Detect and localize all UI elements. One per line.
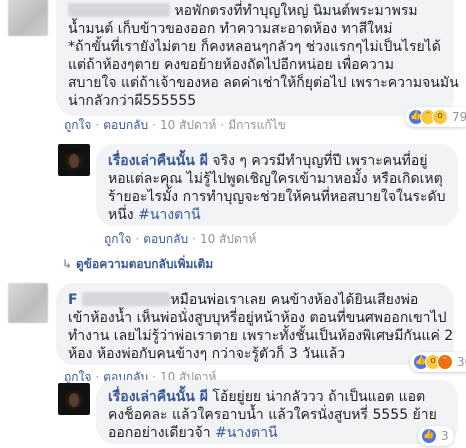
comment-text-line: เข้าห้องน้ำ เห็นพ่อนั่งสูบบุหรี่อยู่หน้า…	[68, 310, 447, 326]
comment-bubble: หอพักตรงที่ทำบุญใหญ่ นิมนต์พระมาพรม น้ำม…	[56, 0, 459, 116]
reply-text-line: เรื่องเล่าคืนนั้น ผี จริง ๆ ควรมีทำบุญที…	[108, 153, 428, 169]
avatar[interactable]	[8, 283, 48, 323]
view-more-replies-link[interactable]: ↳ ดูข้อความตอบกลับเพิ่มเติม	[62, 255, 213, 274]
reply-text-line: ร้ายอะไรมั้ง การทำบุญจะช่วยให้คนที่หอสบา…	[108, 189, 446, 205]
hashtag-link[interactable]: #นางตานี	[138, 207, 201, 223]
like-link[interactable]: ถูกใจ	[104, 232, 131, 246]
reaction-count: 79	[452, 110, 466, 124]
comment-text-line: *ถ้าขั้นที่เรายังไม่ตาย ก็คงหลอนๆกลัวๆ ช…	[68, 39, 441, 55]
like-link[interactable]: ถูกใจ	[64, 118, 91, 132]
like-icon: 👍	[421, 428, 437, 444]
comment-text-line: ห้อง ห้องพ่อกับคนข้างๆ กว่าจะรู้ตัวก็ 3 …	[68, 346, 346, 362]
wow-icon: o	[432, 109, 448, 125]
reply-text-line: เรื่องเล่าคืนนั้น ผี โอ้ยยู่ยย น่ากลัววว…	[108, 389, 426, 405]
comment-text-line: หอพักตรงที่ทำบุญใหญ่ นิมนต์พระมาพรม	[68, 2, 442, 20]
like-link[interactable]: ถูกใจ	[64, 370, 91, 384]
comment-text-line: แต่ถ้าห้องๆตาย คงขอย้ายห้องถัดไปอีกหน่อย…	[68, 57, 394, 73]
reply-bubble: เรื่องเล่าคืนนั้น ผี โอ้ยยู่ยย น่ากลัววว…	[96, 380, 458, 444]
timestamp[interactable]: 10 สัปดาห์	[200, 232, 256, 246]
reaction-summary[interactable]: 👍oᵔ 30	[410, 352, 466, 372]
comment-actions: ถูกใจ · ตอบกลับ · 10 สัปดาห์ · มีการแก้ไข	[64, 118, 286, 132]
reply-text-line: ออกอย่างเดียวจ้า #นางตานี	[108, 425, 278, 441]
comment-text-line: น่ากลัวกว่าผี555555	[68, 93, 197, 109]
reply-text-line: คงช็อคละ แล้วใครอาบน้ำ แล้วใครนั่งสูบหรี…	[108, 407, 437, 423]
comment-text-line: F หมือนพ่อเราเลย คนข้างห้องได้ยินเสียงพ่…	[68, 292, 419, 308]
page-avatar[interactable]	[58, 383, 90, 415]
reply-bubble: เรื่องเล่าคืนนั้น ผี จริง ๆ ควรมีทำบุญที…	[96, 144, 458, 226]
author-name[interactable]: เรื่องเล่าคืนนั้น ผี	[108, 389, 208, 405]
comment-bubble: F หมือนพ่อเราเลย คนข้างห้องได้ยินเสียงพ่…	[56, 283, 454, 365]
page-avatar[interactable]	[58, 144, 90, 176]
reaction-summary[interactable]: 👍 3	[418, 426, 454, 446]
edited-label[interactable]: มีการแก้ไข	[228, 118, 286, 132]
timestamp[interactable]: 10 สัปดาห์	[160, 118, 216, 132]
comment-text-line: สบายใจ แต่ถ้าเจ้าของหอ ลดค่าเช่าให้ก็ยุต…	[68, 75, 459, 91]
author-name[interactable]	[68, 3, 170, 17]
reaction-count: 3	[441, 429, 449, 443]
author-name[interactable]: F	[68, 292, 171, 308]
angry-icon: ᵔ	[437, 354, 453, 370]
comment-text-line: น้ำมนต์ เก็บข้าวของออก ทำความสะอาดห้อง ท…	[68, 21, 393, 37]
reply-arrow-icon: ↳	[62, 257, 73, 271]
reply-text-line: หนึ่ง #นางตานี	[108, 207, 201, 223]
reply-actions: ถูกใจ · ตอบกลับ · 10 สัปดาห์	[104, 232, 257, 246]
reply-text-line: หอแต่ละคุณ ไม่รู้ไปพูดเชิญใครเข้ามาหอมั้…	[108, 171, 443, 187]
comment-text-line: ทำงาน เลยไม่รู้ว่าพ่อเราตาย เพราะทั้งชั้…	[68, 328, 454, 344]
reaction-summary[interactable]: 👍 ᵔ o 79	[405, 107, 466, 127]
reaction-count: 30	[457, 355, 466, 369]
avatar[interactable]	[8, 0, 48, 36]
reply-link[interactable]: ตอบกลับ	[143, 232, 188, 246]
author-name[interactable]: เรื่องเล่าคืนนั้น ผี	[108, 153, 208, 169]
reply-link[interactable]: ตอบกลับ	[103, 118, 148, 132]
hashtag-link[interactable]: #นางตานี	[215, 425, 278, 441]
